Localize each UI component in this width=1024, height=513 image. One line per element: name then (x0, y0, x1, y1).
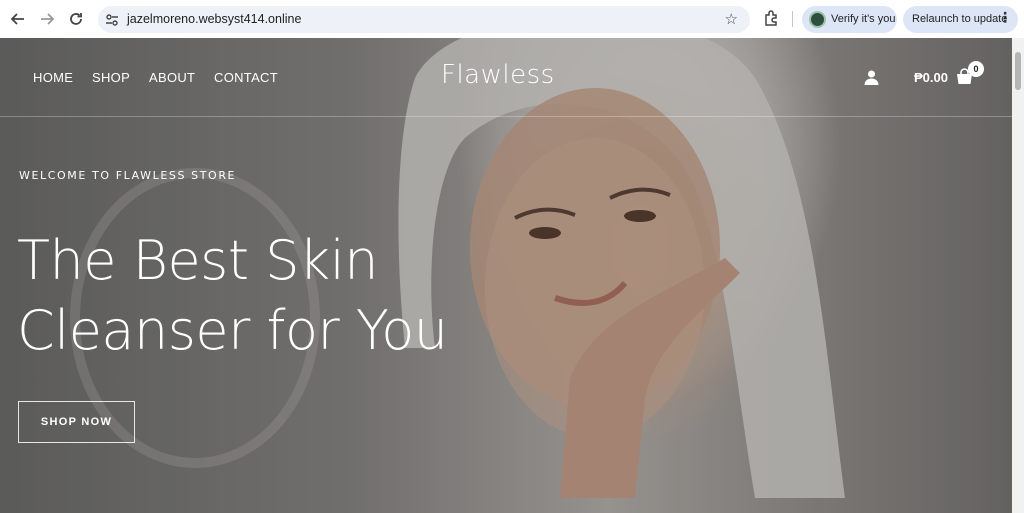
puzzle-icon[interactable] (763, 9, 781, 27)
url-text[interactable]: jazelmoreno.websyst414.online (127, 12, 301, 26)
star-icon[interactable]: ☆ (725, 10, 738, 28)
hero-headline-line1: The Best Skin (17, 229, 378, 292)
nav-shop[interactable]: SHOP (92, 70, 130, 85)
toolbar-divider (792, 11, 793, 27)
more-vertical-icon[interactable]: ⋮ (998, 10, 1012, 26)
tune-icon[interactable] (104, 12, 120, 28)
verify-label: Verify it's you (831, 13, 896, 25)
site-logo[interactable]: Flawless (441, 60, 555, 90)
shop-now-button[interactable]: SHOP NOW (18, 401, 135, 443)
hero-headline: The Best Skin Cleanser for You (17, 226, 448, 366)
address-bar[interactable]: jazelmoreno.websyst414.online ☆ (98, 6, 750, 33)
hero-headline-line2: Cleanser for You (17, 299, 448, 362)
avatar (809, 11, 826, 28)
forward-arrow-icon[interactable] (37, 9, 57, 29)
hero-eyebrow: WELCOME TO FLAWLESS STORE (19, 169, 237, 182)
cart-total[interactable]: ₱0.00 (914, 70, 948, 85)
nav-about[interactable]: ABOUT (149, 70, 195, 85)
back-arrow-icon[interactable] (8, 9, 28, 29)
scrollbar[interactable] (1012, 38, 1024, 513)
relaunch-label: Relaunch to update (912, 13, 1008, 25)
nav-home[interactable]: HOME (33, 70, 73, 85)
shop-now-label: SHOP NOW (40, 416, 113, 428)
browser-toolbar: jazelmoreno.websyst414.online ☆ Verify i… (0, 0, 1024, 38)
header-divider (0, 116, 1012, 117)
nav-contact[interactable]: CONTACT (214, 70, 278, 85)
verify-button[interactable]: Verify it's you (802, 6, 897, 33)
relaunch-button[interactable]: Relaunch to update ⋮ (903, 6, 1018, 33)
hero-section: HOME SHOP ABOUT CONTACT Flawless ₱0.00 0… (0, 38, 1012, 513)
scrollbar-thumb[interactable] (1015, 52, 1021, 90)
reload-icon[interactable] (66, 9, 86, 29)
user-icon[interactable] (864, 70, 879, 85)
cart-count-badge: 0 (968, 61, 984, 77)
